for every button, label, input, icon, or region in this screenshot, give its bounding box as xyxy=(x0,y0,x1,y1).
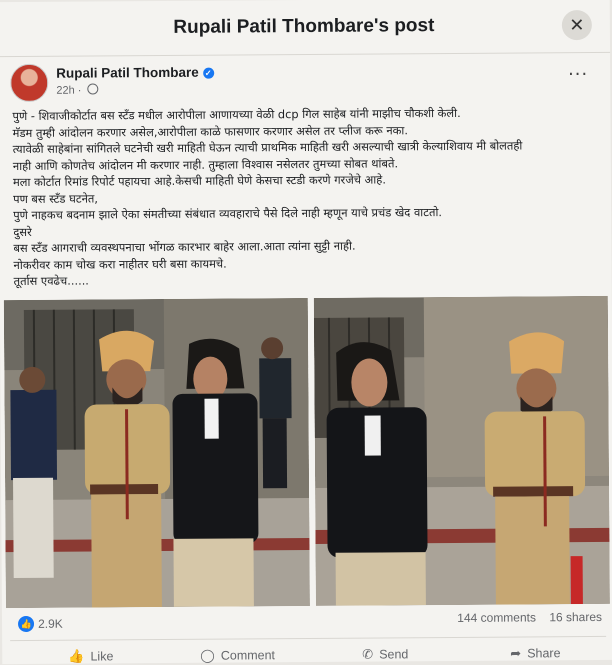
messenger-icon: ✆ xyxy=(362,646,374,662)
avatar[interactable] xyxy=(10,63,49,103)
post-dialog: Rupali Patil Thombare's post ✕ Rupali Pa… xyxy=(0,0,612,665)
photo-2-image xyxy=(313,295,610,606)
author-name-text[interactable]: Rupali Patil Thombare xyxy=(56,65,199,81)
globe-icon xyxy=(87,83,99,95)
like-reaction-icon: 👍 xyxy=(17,615,35,633)
post-photo-1[interactable] xyxy=(3,297,310,609)
share-button[interactable]: ➦ Share xyxy=(510,645,560,661)
send-label: Send xyxy=(379,647,409,662)
comment-label: Comment xyxy=(220,648,276,663)
dialog-header: Rupali Patil Thombare's post ✕ xyxy=(0,0,611,58)
photo-1-image xyxy=(3,297,310,609)
comment-icon: ◯ xyxy=(200,647,215,663)
share-icon: ➦ xyxy=(510,645,522,661)
post-actions: 👍 Like ◯ Comment ✆ Send ➦ Share xyxy=(10,635,607,665)
author-name[interactable]: Rupali Patil Thombare ✓ xyxy=(56,65,214,81)
post-photos xyxy=(3,295,610,609)
comment-button[interactable]: ◯ Comment xyxy=(200,647,275,664)
post-text: पुणे - शिवाजीकोर्टात बस स्टँड मधील आरोपी… xyxy=(12,104,603,290)
like-button[interactable]: 👍 Like xyxy=(68,648,113,664)
close-button[interactable]: ✕ xyxy=(561,9,592,41)
like-count[interactable]: 2.9K xyxy=(38,617,63,631)
verified-badge-icon: ✓ xyxy=(202,67,214,79)
post-time[interactable]: 22h xyxy=(56,85,74,97)
send-button[interactable]: ✆ Send xyxy=(362,646,408,662)
share-count[interactable]: 16 shares xyxy=(549,610,602,624)
post-meta: 22h · xyxy=(56,83,99,97)
share-label: Share xyxy=(527,646,561,661)
post-stats: 👍 2.9K 144 comments 16 shares xyxy=(14,610,606,634)
dialog-title: Rupali Patil Thombare's post xyxy=(173,15,435,38)
comment-count[interactable]: 144 comments xyxy=(457,610,536,625)
like-label: Like xyxy=(90,649,114,664)
close-icon: ✕ xyxy=(569,14,585,36)
post-photo-2[interactable] xyxy=(313,295,610,606)
post-author-row: Rupali Patil Thombare ✓ 22h · ··· xyxy=(10,60,598,104)
more-options-button[interactable]: ··· xyxy=(568,64,588,85)
thumbs-up-icon: 👍 xyxy=(68,648,85,664)
